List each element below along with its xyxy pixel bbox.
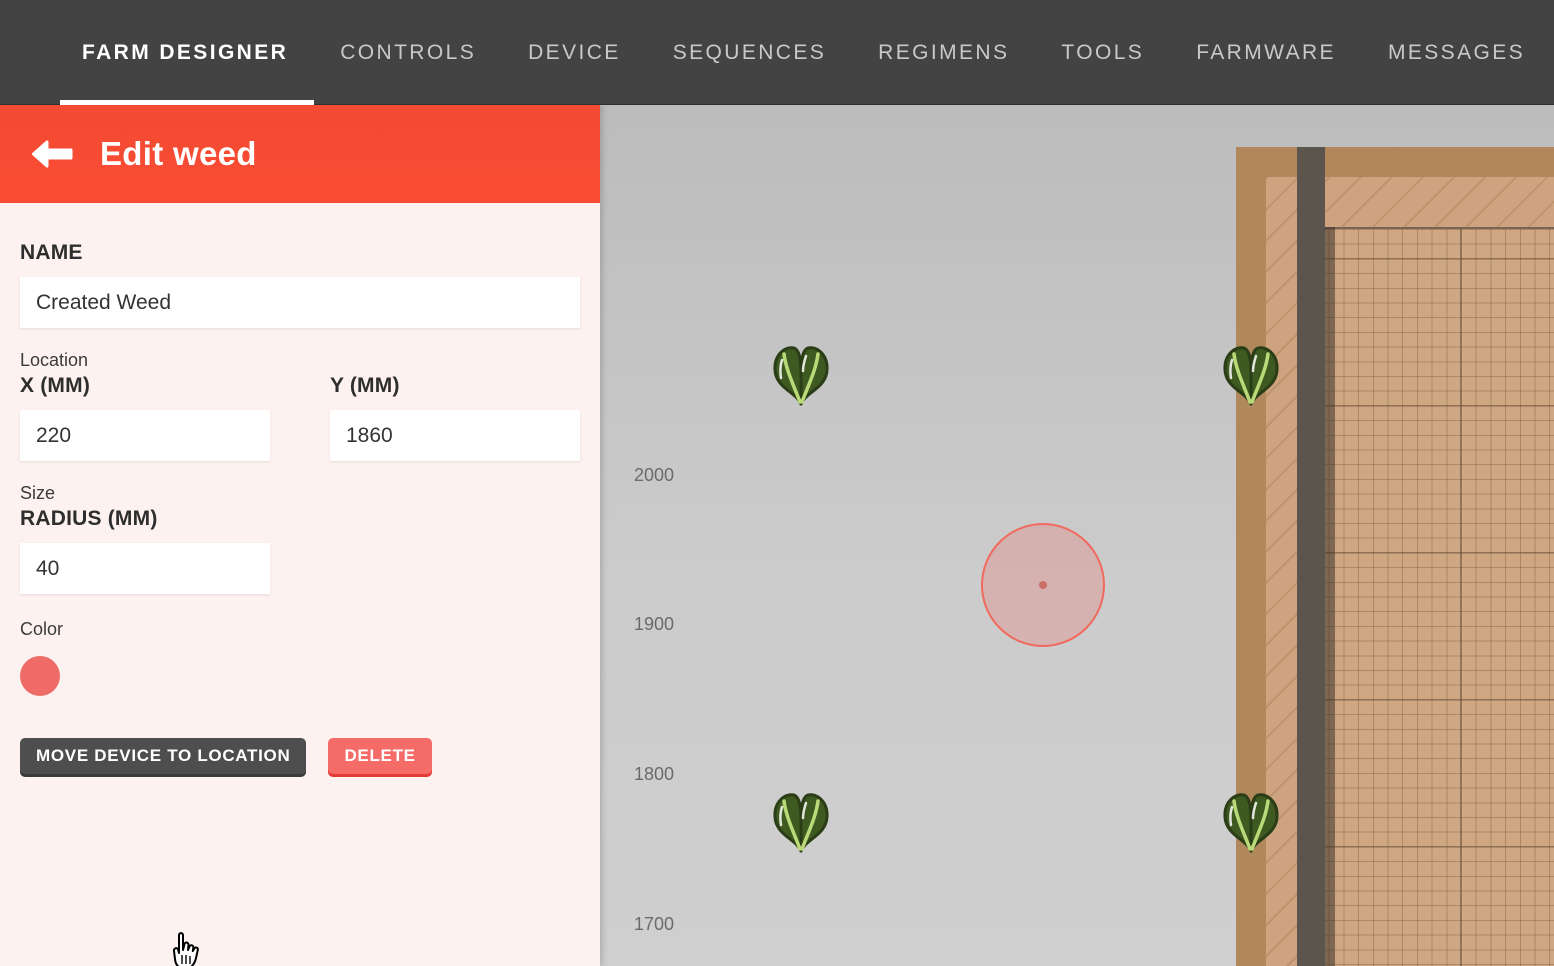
panel-action-buttons: MOVE DEVICE TO LOCATION DELETE (20, 738, 580, 774)
nav-item-farmware[interactable]: FARMWARE (1170, 0, 1362, 105)
delete-button[interactable]: DELETE (328, 738, 431, 774)
y-axis-label-1700: 1700 (616, 914, 674, 935)
nav-item-regimens[interactable]: REGIMENS (852, 0, 1035, 105)
plant-seedling-icon[interactable] (1216, 340, 1286, 410)
nav-item-device[interactable]: DEVICE (502, 0, 647, 105)
edit-weed-panel: Edit weed NAME Location X (MM) Y (MM) Si… (0, 105, 600, 966)
nav-item-controls[interactable]: CONTROLS (314, 0, 502, 105)
edit-weed-form: NAME Location X (MM) Y (MM) Size RADIUS … (0, 203, 600, 774)
main-stage: 2000 1900 1800 1700 (0, 105, 1554, 966)
x-field-label: X (MM) (20, 374, 270, 398)
y-axis-label-2000: 2000 (616, 465, 674, 486)
y-coordinate-input[interactable] (330, 410, 580, 461)
y-axis-label-1800: 1800 (616, 764, 674, 785)
move-device-to-location-button[interactable]: MOVE DEVICE TO LOCATION (20, 738, 306, 774)
gantry-rail (1297, 147, 1325, 966)
name-field-label: NAME (20, 241, 580, 265)
nav-item-farm-designer[interactable]: FARM DESIGNER (60, 0, 314, 105)
radius-field-label: RADIUS (MM) (20, 507, 580, 531)
y-field-group: Y (MM) (330, 374, 580, 461)
top-navigation-bar: FARM DESIGNER CONTROLS DEVICE SEQUENCES … (0, 0, 1554, 105)
name-input[interactable] (20, 277, 580, 328)
gantry-shadow (1325, 227, 1335, 966)
garden-map[interactable]: 2000 1900 1800 1700 (600, 105, 1554, 966)
soil-grid-area[interactable] (1312, 227, 1554, 966)
plant-seedling-icon[interactable] (766, 787, 836, 857)
location-caption: Location (20, 350, 580, 371)
color-caption: Color (20, 619, 580, 640)
color-swatch-red[interactable] (20, 656, 60, 696)
x-field-group: X (MM) (20, 374, 270, 461)
weed-center-point (1039, 581, 1047, 589)
y-field-label: Y (MM) (330, 374, 580, 398)
nav-item-sequences[interactable]: SEQUENCES (647, 0, 852, 105)
selected-weed-marker[interactable] (981, 523, 1105, 647)
nav-item-list: FARM DESIGNER CONTROLS DEVICE SEQUENCES … (60, 0, 1551, 105)
size-caption: Size (20, 483, 580, 504)
x-coordinate-input[interactable] (20, 410, 270, 461)
panel-header-back[interactable]: Edit weed (0, 105, 600, 203)
plant-seedling-icon[interactable] (766, 340, 836, 410)
major-gridlines (1314, 229, 1554, 966)
nav-item-tools[interactable]: TOOLS (1035, 0, 1170, 105)
panel-title: Edit weed (100, 135, 257, 173)
y-axis-label-1900: 1900 (616, 614, 674, 635)
back-arrow-icon[interactable] (30, 139, 74, 169)
nav-item-messages[interactable]: MESSAGES (1362, 0, 1551, 105)
radius-input[interactable] (20, 543, 270, 594)
plant-seedling-icon[interactable] (1216, 787, 1286, 857)
